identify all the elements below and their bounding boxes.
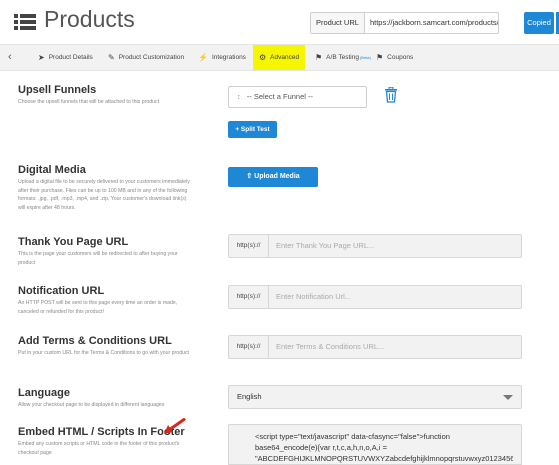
section-description: Upload a digital file to be securely del… [18, 179, 190, 211]
url-prefix: http(s):// [229, 235, 269, 257]
language-select-value: English [237, 392, 262, 401]
copy-url-button[interactable]: Copied [524, 12, 554, 34]
tab-label: A/B Testing [326, 54, 359, 61]
section-title: Upsell Funnels [18, 84, 97, 96]
section-title: Language [18, 387, 70, 399]
page-title: Products [44, 6, 135, 32]
upload-media-label: Upload Media [254, 173, 300, 180]
section-description: Choose the upsell funnels that will be a… [18, 99, 160, 105]
section-description: An HTTP POST will be sent to this page e… [18, 300, 178, 315]
tab-label: Integrations [211, 54, 246, 61]
tab-advanced[interactable]: ⚙ Advanced [253, 45, 306, 70]
terms-section: Add Terms & Conditions URL Put in your c… [18, 335, 193, 358]
beta-badge: (Beta) [359, 55, 371, 60]
thank-you-url-field[interactable]: http(s):// Enter Thank You Page URL... [228, 234, 522, 258]
plug-icon: ⚡ [198, 53, 208, 62]
product-url-box: Product URL https://jackborn.samcart.com… [310, 12, 499, 34]
terms-url-input[interactable]: Enter Terms & Conditions URL... [269, 336, 384, 358]
thank-you-url-input[interactable]: Enter Thank You Page URL... [269, 235, 374, 257]
url-prefix: http(s):// [229, 286, 269, 308]
tab-label: Coupons [387, 54, 414, 61]
section-title: Notification URL [18, 285, 105, 297]
section-title: Digital Media [18, 164, 86, 176]
language-select[interactable]: English [228, 385, 522, 409]
caret-down-icon [503, 395, 513, 400]
sort-icon: ↕ [237, 92, 241, 101]
product-url-label: Product URL [311, 13, 365, 33]
section-title: Add Terms & Conditions URL [18, 335, 172, 347]
split-test-button[interactable]: + Split Test [228, 121, 277, 138]
tab-coupons[interactable]: ⚑ Coupons [376, 45, 413, 70]
rocket-icon: ➤ [38, 53, 45, 62]
upsell-section: Upsell Funnels Choose the upsell funnels… [18, 84, 193, 107]
back-chevron-icon[interactable]: ‹ [8, 51, 12, 63]
trash-icon[interactable] [384, 87, 398, 103]
tab-label: Product Details [48, 54, 93, 61]
tag-icon: ⚑ [376, 53, 384, 62]
code-line: base64_encode(e){var r,t,c,a,h,n,o,A,i = [255, 443, 387, 452]
code-line: <script type="text/javascript" data-cfas… [255, 432, 450, 441]
gears-icon: ⚙ [259, 53, 267, 62]
terms-url-field[interactable]: http(s):// Enter Terms & Conditions URL.… [228, 335, 522, 359]
language-section: Language Allow your checkout page to be … [18, 387, 193, 410]
product-tabs: ‹ ➤ Product Details ✎ Product Customizat… [0, 44, 559, 71]
funnel-select[interactable]: ↕ -- Select a Funnel -- [228, 86, 367, 108]
upload-icon: ⇧ [246, 173, 253, 180]
section-description: This is the page your customers will be … [18, 251, 178, 266]
section-description: Put in your custom URL for the Terms & C… [18, 350, 189, 356]
flag-icon: ⚑ [315, 53, 323, 62]
product-url-field[interactable]: https://jackborn.samcart.com/products/te… [365, 13, 498, 33]
tab-ab-testing[interactable]: ⚑ A/B Testing (Beta) [315, 45, 371, 70]
section-title: Thank You Page URL [18, 236, 129, 248]
tab-label: Product Customization [118, 54, 185, 61]
footer-scripts-textarea[interactable]: <script type="text/javascript" data-cfas… [228, 424, 522, 465]
notification-url-input[interactable]: Enter Notification Url... [269, 286, 351, 308]
tab-product-details[interactable]: ➤ Product Details [38, 45, 93, 70]
list-menu-icon[interactable] [14, 12, 36, 32]
tab-integrations[interactable]: ⚡ Integrations [198, 45, 246, 70]
code-line: "ABCDEFGHIJKLMNOPQRSTUVWXYZabcdefghijklm… [255, 454, 513, 463]
funnel-select-value: -- Select a Funnel -- [246, 92, 314, 101]
red-arrow-icon [164, 418, 186, 434]
page-header: Products Product URL https://jackborn.sa… [0, 0, 559, 44]
digital-media-section: Digital Media Upload a digital file to b… [18, 164, 193, 212]
tab-label: Advanced [270, 54, 300, 61]
notification-url-field[interactable]: http(s):// Enter Notification Url... [228, 285, 522, 309]
url-prefix: http(s):// [229, 336, 269, 358]
tab-product-customization[interactable]: ✎ Product Customization [108, 45, 184, 70]
section-description: Allow your checkout page to be displayed… [18, 402, 165, 408]
upload-media-button[interactable]: ⇧ Upload Media [228, 167, 318, 187]
thank-you-section: Thank You Page URL This is the page your… [18, 236, 193, 267]
pencil-icon: ✎ [108, 53, 115, 62]
section-description: Embed any custom scripts or HTML code in… [18, 441, 180, 456]
notification-section: Notification URL An HTTP POST will be se… [18, 285, 193, 316]
